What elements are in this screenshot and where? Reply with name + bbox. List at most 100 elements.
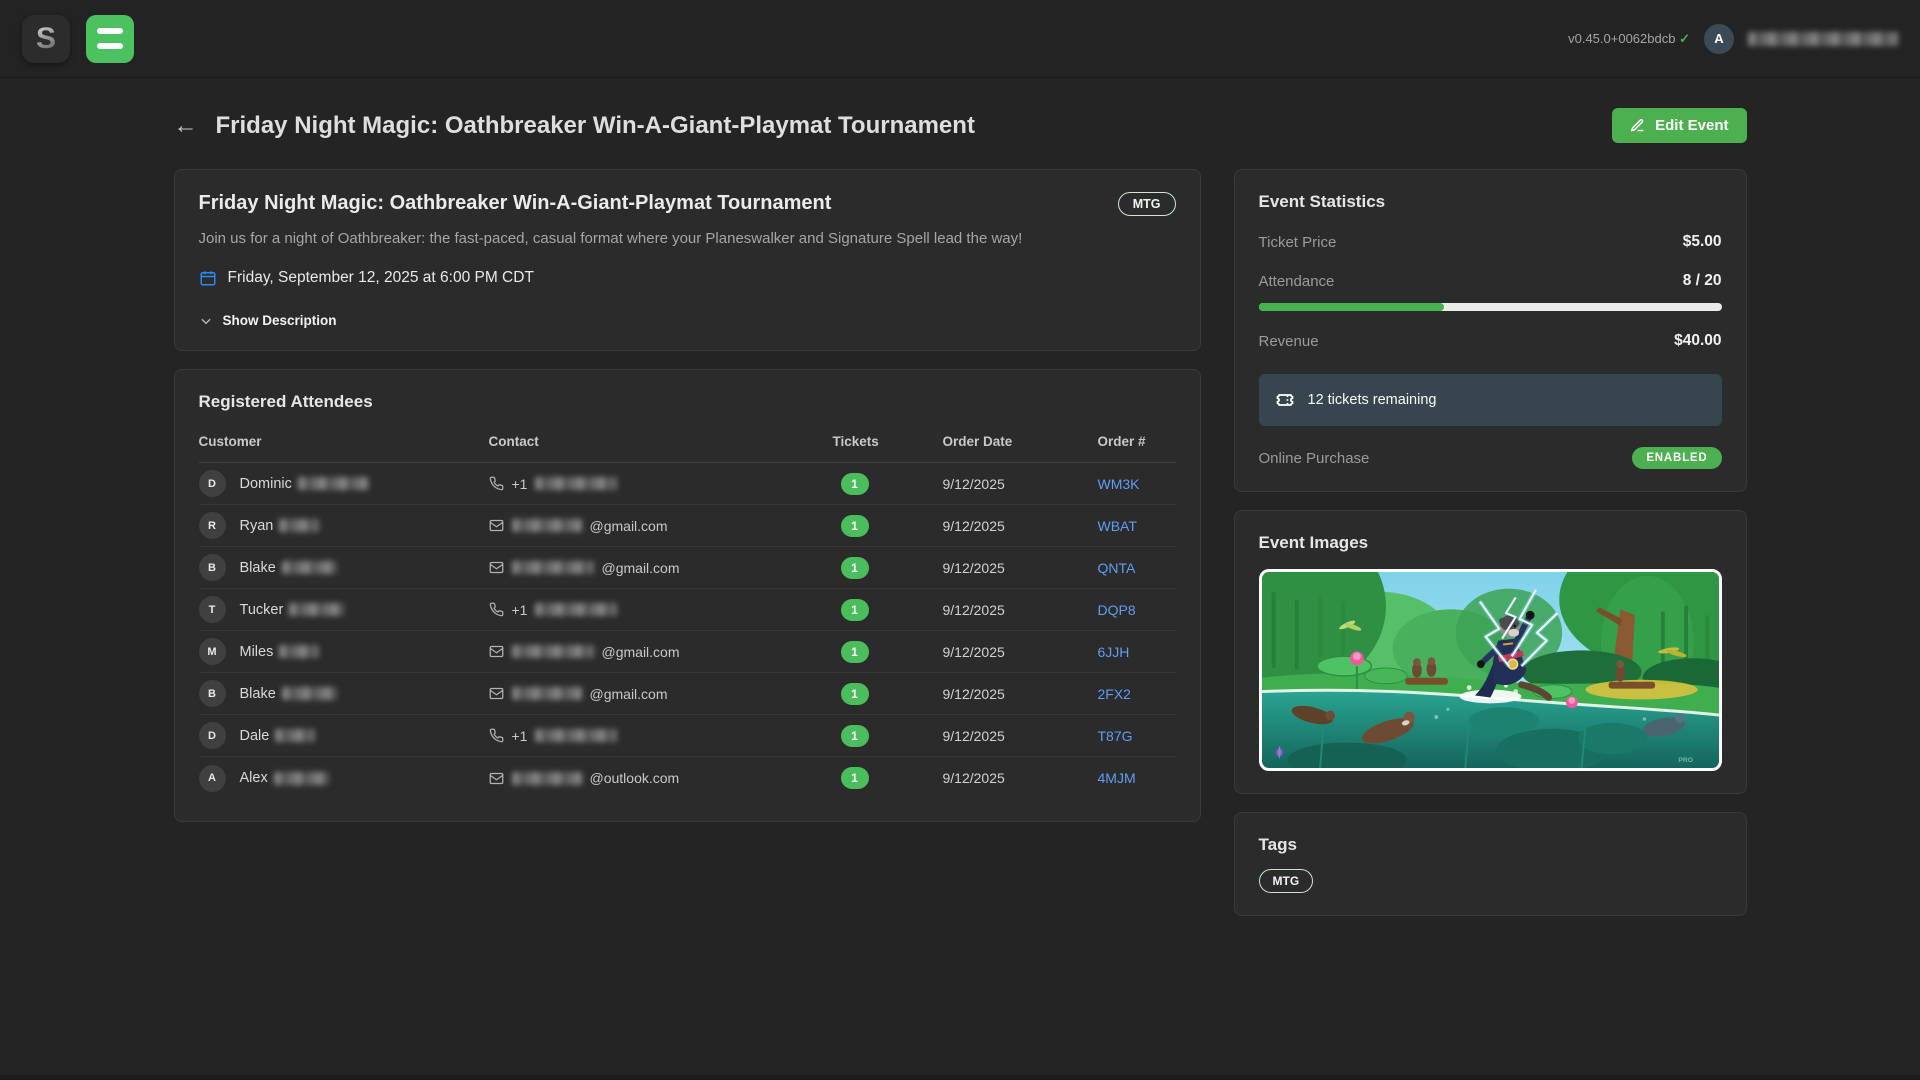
event-category-badge: MTG	[1118, 192, 1176, 216]
online-purchase-status-badge: ENABLED	[1632, 447, 1721, 469]
app-logo-letter: S	[36, 22, 56, 56]
attendance-progress-bar	[1259, 303, 1722, 311]
tags-card: Tags MTG	[1234, 812, 1747, 916]
contact-blurred	[535, 603, 617, 616]
playmat-watermark: PRO	[1678, 757, 1693, 764]
table-row: M Miles @gmail.com 1 9/12/2025 6JJH	[199, 631, 1176, 673]
customer-first-name: Dale	[240, 728, 270, 744]
order-number-link[interactable]: T87G	[1098, 728, 1176, 744]
contact-suffix: @gmail.com	[602, 560, 680, 576]
email-icon	[489, 686, 504, 701]
event-image-playmat[interactable]: PRO	[1259, 569, 1722, 771]
show-description-toggle[interactable]: Show Description	[199, 313, 1176, 328]
customer-first-name: Miles	[240, 644, 274, 660]
table-row: B Blake @gmail.com 1 9/12/2025 2FX2	[199, 673, 1176, 715]
attendance-progress-fill	[1259, 303, 1444, 311]
attendees-section-title: Registered Attendees	[199, 392, 1176, 412]
attendance-value: 8 / 20	[1683, 272, 1722, 290]
avatar: A	[199, 765, 226, 792]
online-purchase-label: Online Purchase	[1259, 450, 1370, 467]
email-icon	[489, 560, 504, 575]
customer-first-name: Dominic	[240, 476, 292, 492]
contact-blurred	[535, 729, 617, 742]
playmat-artwork: PRO	[1262, 572, 1719, 768]
order-number-link[interactable]: 2FX2	[1098, 686, 1176, 702]
col-order-number: Order #	[1098, 434, 1176, 449]
event-details-card: Friday Night Magic: Oathbreaker Win-A-Gi…	[174, 169, 1201, 351]
order-number-link[interactable]: WBAT	[1098, 518, 1176, 534]
customer-last-name-blurred	[275, 729, 315, 742]
tickets-count-badge: 1	[841, 599, 869, 621]
tags-section-title: Tags	[1259, 835, 1722, 855]
back-button[interactable]: ←	[174, 114, 198, 138]
attendance-label: Attendance	[1259, 273, 1335, 290]
registered-attendees-card: Registered Attendees Customer Contact Ti…	[174, 369, 1201, 822]
images-section-title: Event Images	[1259, 533, 1722, 553]
order-number-link[interactable]: 4MJM	[1098, 770, 1176, 786]
attendees-table: Customer Contact Tickets Order Date Orde…	[199, 434, 1176, 799]
user-avatar[interactable]: A	[1704, 24, 1734, 54]
tickets-count-badge: 1	[841, 725, 869, 747]
avatar: T	[199, 596, 226, 623]
contact-suffix: @outlook.com	[590, 770, 680, 786]
tickets-count-badge: 1	[841, 767, 869, 789]
customer-first-name: Ryan	[240, 518, 274, 534]
order-date: 9/12/2025	[943, 560, 1098, 576]
order-number-link[interactable]: DQP8	[1098, 602, 1176, 618]
bottom-edge-strip	[0, 1075, 1920, 1080]
customer-last-name-blurred	[279, 519, 319, 532]
customer-first-name: Tucker	[240, 602, 284, 618]
order-number-link[interactable]: WM3K	[1098, 476, 1176, 492]
tickets-count-badge: 1	[841, 683, 869, 705]
tickets-count-badge: 1	[841, 641, 869, 663]
order-date: 9/12/2025	[943, 476, 1098, 492]
order-number-link[interactable]: QNTA	[1098, 560, 1176, 576]
tickets-remaining-text: 12 tickets remaining	[1308, 392, 1437, 408]
user-email-blurred	[1748, 32, 1898, 46]
contact-prefix: +1	[512, 728, 528, 744]
hamburger-icon	[97, 28, 123, 34]
table-row: T Tucker +1 1 9/12/2025 DQP8	[199, 589, 1176, 631]
email-icon	[489, 518, 504, 533]
contact-blurred	[535, 477, 617, 490]
event-statistics-card: Event Statistics Ticket Price $5.00 Atte…	[1234, 169, 1747, 492]
stats-section-title: Event Statistics	[1259, 192, 1722, 212]
customer-last-name-blurred	[274, 772, 329, 785]
table-row: D Dominic +1 1 9/12/2025 WM3K	[199, 463, 1176, 505]
app-logo[interactable]: S	[22, 15, 70, 63]
order-date: 9/12/2025	[943, 644, 1098, 660]
hamburger-menu-button[interactable]	[86, 15, 134, 63]
col-contact: Contact	[489, 434, 833, 449]
email-icon	[489, 771, 504, 786]
phone-icon	[489, 602, 504, 617]
contact-suffix: @gmail.com	[602, 644, 680, 660]
contact-prefix: +1	[512, 476, 528, 492]
col-customer: Customer	[199, 434, 489, 449]
order-number-link[interactable]: 6JJH	[1098, 644, 1176, 660]
page-header: ← Friday Night Magic: Oathbreaker Win-A-…	[174, 108, 1747, 143]
ticket-price-value: $5.00	[1683, 233, 1722, 251]
customer-last-name-blurred	[282, 561, 337, 574]
order-date: 9/12/2025	[943, 686, 1098, 702]
edit-event-button[interactable]: Edit Event	[1612, 108, 1746, 143]
contact-blurred	[512, 561, 594, 574]
event-datetime: Friday, September 12, 2025 at 6:00 PM CD…	[228, 269, 534, 287]
top-navbar: S v0.45.0+0062bdcb ✓ A	[0, 0, 1920, 78]
main-content: ← Friday Night Magic: Oathbreaker Win-A-…	[174, 78, 1747, 934]
avatar: R	[199, 512, 226, 539]
attendees-table-header: Customer Contact Tickets Order Date Orde…	[199, 434, 1176, 463]
contact-prefix: +1	[512, 602, 528, 618]
customer-last-name-blurred	[279, 645, 319, 658]
contact-suffix: @gmail.com	[590, 686, 668, 702]
tag-mtg: MTG	[1259, 869, 1314, 893]
order-date: 9/12/2025	[943, 770, 1098, 786]
event-description: Join us for a night of Oathbreaker: the …	[199, 230, 1176, 247]
tickets-remaining-banner: 12 tickets remaining	[1259, 374, 1722, 426]
customer-last-name-blurred	[282, 687, 337, 700]
order-date: 9/12/2025	[943, 728, 1098, 744]
customer-last-name-blurred	[289, 603, 344, 616]
tickets-count-badge: 1	[841, 473, 869, 495]
col-tickets: Tickets	[833, 434, 943, 449]
table-row: D Dale +1 1 9/12/2025 T87G	[199, 715, 1176, 757]
revenue-label: Revenue	[1259, 333, 1319, 350]
